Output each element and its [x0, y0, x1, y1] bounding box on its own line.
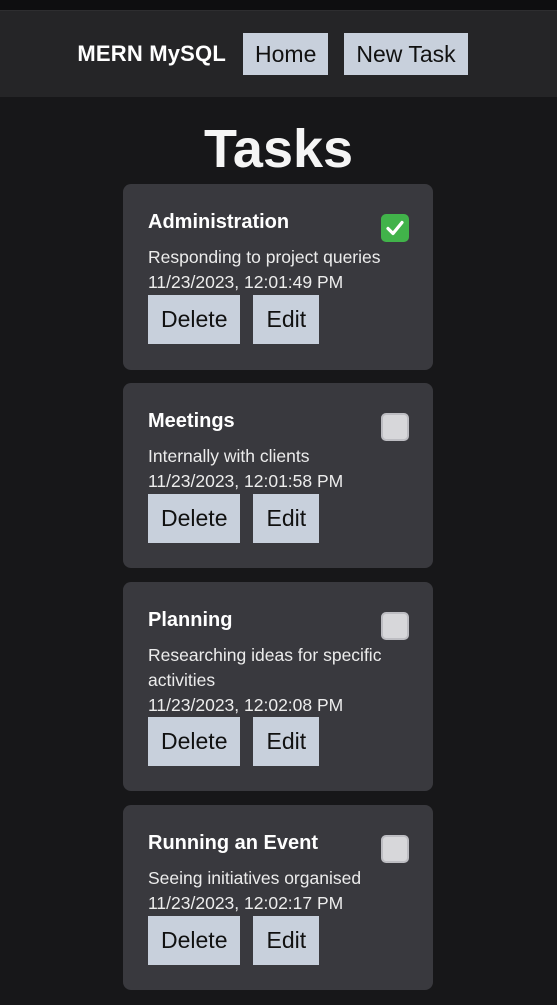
empty-checkbox-icon[interactable] [381, 413, 409, 441]
task-timestamp: 11/23/2023, 12:02:08 PM [148, 695, 344, 715]
delete-button[interactable]: Delete [148, 717, 241, 766]
page-title: Tasks [203, 119, 354, 179]
task-title: Meetings [148, 410, 235, 432]
empty-checkbox-icon[interactable] [381, 835, 409, 863]
edit-button[interactable]: Edit [253, 494, 320, 543]
task-title: Planning [148, 609, 233, 631]
delete-button[interactable]: Delete [148, 916, 241, 965]
delete-button[interactable]: Delete [148, 295, 241, 344]
home-button[interactable]: Home [243, 33, 329, 75]
task-timestamp: 11/23/2023, 12:01:58 PM [148, 471, 344, 491]
task-description: Seeing initiatives organised [148, 868, 362, 888]
task-description: Responding to project queries [148, 247, 381, 267]
task-description: Internally with clients [148, 446, 310, 466]
edit-button[interactable]: Edit [253, 916, 320, 965]
check-mark-button-icon[interactable] [381, 214, 409, 242]
task-card: Running an Event Seeing initiatives orga… [123, 805, 433, 990]
empty-checkbox-icon[interactable] [381, 612, 409, 640]
task-card: Meetings Internally with clients 11/23/2… [123, 383, 433, 568]
task-title: Running an Event [148, 832, 318, 854]
task-card: Planning Researching ideas for specific … [123, 582, 433, 791]
task-title: Administration [148, 211, 290, 233]
task-description: Researching ideas for specific activitie… [148, 645, 382, 690]
top-strip [0, 0, 557, 11]
edit-button[interactable]: Edit [253, 295, 320, 344]
navbar: MERN MySQL Home New Task [0, 11, 557, 97]
task-timestamp: 11/23/2023, 12:01:49 PM [148, 272, 344, 292]
new-task-button[interactable]: New Task [344, 33, 468, 75]
brand-title: MERN MySQL [77, 41, 227, 66]
edit-button[interactable]: Edit [253, 717, 320, 766]
task-card: Administration Responding to project que… [123, 184, 433, 370]
delete-button[interactable]: Delete [148, 494, 241, 543]
task-timestamp: 11/23/2023, 12:02:17 PM [148, 893, 344, 913]
